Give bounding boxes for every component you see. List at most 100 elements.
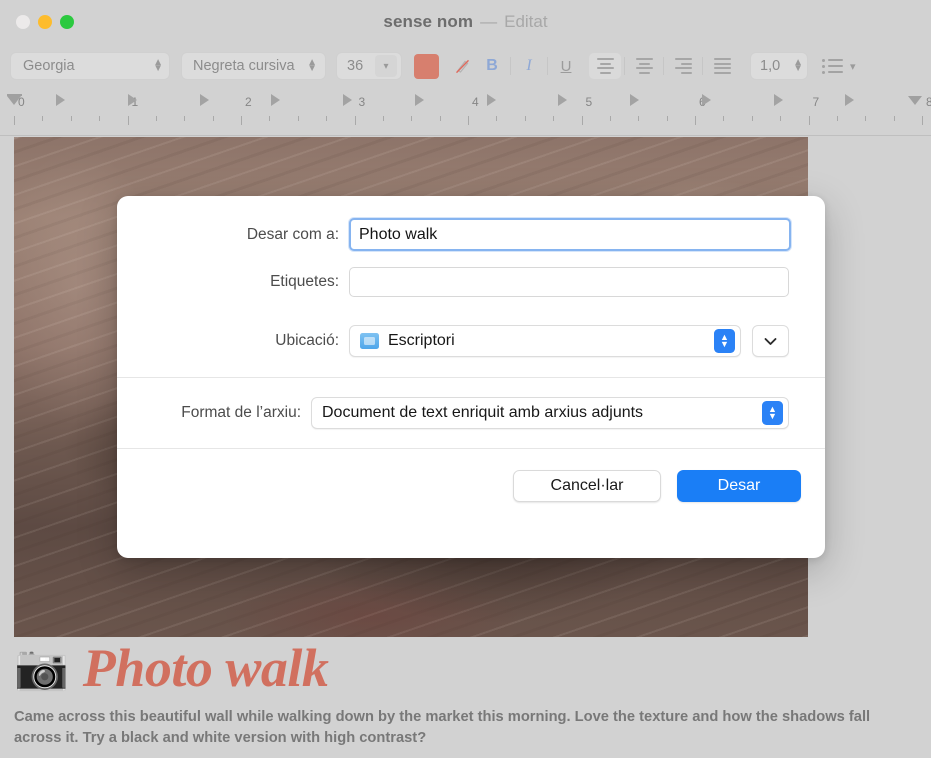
ruler-tick-minor [411, 116, 413, 121]
document-body-text[interactable]: Came across this beautiful wall while wa… [14, 707, 898, 750]
file-format-stepper-icon[interactable]: ▲ ▼ [762, 401, 783, 425]
ruler-tick-minor [42, 116, 44, 121]
ruler-tab-marker[interactable] [343, 94, 352, 106]
ruler-tick-major [695, 116, 696, 125]
ruler-tab-marker[interactable] [558, 94, 568, 106]
ruler-tick-minor [836, 116, 838, 121]
ruler-tick-minor [184, 116, 186, 121]
align-justify-icon[interactable] [706, 53, 738, 79]
align-left-icon[interactable] [589, 53, 621, 79]
ruler-tab-marker[interactable] [701, 94, 711, 106]
ruler-tab-marker[interactable] [127, 94, 137, 106]
document-headline[interactable]: Photo walk [83, 640, 329, 697]
ruler-tick-minor [666, 116, 668, 121]
ruler-tick-major [14, 116, 15, 125]
highlight-pen-icon[interactable] [447, 52, 477, 80]
font-style-stepper-icon: ▲ ▼ [307, 57, 317, 74]
ruler-tick-major [808, 116, 810, 125]
ruler-tick-major [241, 116, 242, 125]
ruler-tick-minor [269, 116, 271, 121]
document-ruler[interactable]: 012345678 [0, 88, 931, 136]
font-family-select[interactable]: Georgia ▲ ▼ [10, 52, 170, 80]
ruler-right-indent-marker[interactable] [908, 96, 922, 105]
ruler-tick-major [581, 116, 583, 125]
ruler-tab-marker[interactable] [773, 94, 783, 106]
font-family-label: Georgia [23, 58, 75, 74]
location-stepper-icon[interactable]: ▲ ▼ [714, 329, 735, 353]
text-color-swatch[interactable] [414, 53, 439, 79]
ruler-tick-minor [780, 116, 782, 121]
ruler-tick-minor [99, 116, 101, 121]
tags-label: Etiquetes: [270, 273, 339, 290]
camera-emoji-icon: 📷 [14, 643, 69, 693]
location-row: Ubicació: Escriptori ▲ ▼ [117, 325, 825, 357]
save-button[interactable]: Desar [677, 470, 801, 502]
ruler-tab-marker[interactable] [486, 94, 496, 106]
font-size-select[interactable]: 36 ▾ [336, 52, 402, 80]
line-spacing-stepper-icon: ▲ ▼ [793, 57, 803, 74]
location-value: Escriptori [388, 332, 455, 349]
save-as-input[interactable]: Photo walk [349, 218, 791, 251]
ruler-tick-minor [326, 116, 328, 121]
ruler-tab-marker[interactable] [414, 94, 424, 106]
ruler-tab-marker[interactable] [199, 94, 209, 106]
stepper-down-icon: ▼ [720, 339, 729, 349]
ruler-label: 8 [926, 95, 931, 109]
expand-browser-button[interactable] [752, 325, 789, 357]
save-dialog-actions: Cancel·lar Desar [117, 449, 825, 525]
ruler-tick-major [922, 116, 923, 125]
location-select[interactable]: Escriptori ▲ ▼ [349, 325, 741, 357]
list-style-button[interactable]: ▾ [822, 58, 856, 74]
underline-button[interactable]: U [551, 52, 581, 80]
file-format-select[interactable]: Document de text enriquit amb arxius adj… [311, 397, 789, 429]
ruler-tab-marker[interactable] [56, 94, 65, 106]
ruler-tick-major [354, 116, 356, 125]
italic-button[interactable]: I [514, 52, 544, 80]
ruler-tick-minor [638, 116, 640, 121]
ruler-first-line-indent[interactable] [7, 94, 22, 96]
folder-icon [360, 333, 379, 349]
window-title-area: sense nom — Editat [0, 0, 931, 44]
ruler-tick-minor [439, 116, 441, 121]
stepper-down-icon: ▼ [768, 411, 777, 421]
align-center-icon[interactable] [628, 53, 660, 79]
file-format-label: Format de l’arxiu: [181, 404, 301, 421]
save-as-label: Desar com a: [246, 225, 339, 243]
tags-input[interactable] [349, 267, 789, 297]
alignment-button-group [589, 53, 738, 79]
chevron-down-icon [764, 337, 777, 345]
chevron-down-icon[interactable]: ▾ [375, 55, 397, 77]
location-label: Ubicació: [275, 332, 339, 349]
ruler-tick-minor [297, 116, 299, 121]
ruler-label: 5 [585, 95, 593, 109]
cancel-button[interactable]: Cancel·lar [513, 470, 661, 502]
bold-button[interactable]: B [477, 52, 507, 80]
font-style-select[interactable]: Negreta cursiva ▲ ▼ [181, 52, 326, 80]
bold-label: B [486, 57, 498, 74]
ruler-label: 2 [245, 95, 252, 109]
ruler-tick-minor [155, 116, 157, 121]
file-format-value: Document de text enriquit amb arxius adj… [322, 404, 644, 421]
save-dialog: Desar com a: Photo walk Etiquetes: Ubica… [117, 196, 825, 558]
ruler-label: 3 [358, 95, 366, 109]
ruler-tab-marker[interactable] [630, 94, 639, 106]
ruler-tick-minor [212, 116, 214, 121]
save-dialog-top-section: Desar com a: Photo walk Etiquetes: Ubica… [117, 196, 825, 377]
ruler-left-indent-marker[interactable] [7, 96, 21, 105]
ruler-tick-minor [496, 116, 498, 121]
ruler-tick-major [468, 116, 469, 125]
align-right-icon[interactable] [667, 53, 699, 79]
save-dialog-format-section: Format de l’arxiu: Document de text enri… [117, 378, 825, 448]
document-caption: 📷 Photo walk Came across this beautiful … [14, 640, 914, 749]
ruler-tab-marker[interactable] [271, 94, 281, 106]
save-as-row: Desar com a: Photo walk [117, 218, 825, 251]
toolbar-divider [624, 57, 625, 75]
toolbar-divider [510, 57, 511, 75]
toolbar-divider [702, 57, 703, 75]
toolbar-divider [547, 57, 548, 75]
ruler-tick-minor [723, 116, 725, 121]
line-spacing-select[interactable]: 1,0 ▲ ▼ [750, 52, 808, 80]
ruler-tab-marker[interactable] [845, 94, 855, 106]
file-format-row: Format de l’arxiu: Document de text enri… [117, 397, 825, 429]
chevron-down-icon: ▾ [850, 60, 856, 73]
